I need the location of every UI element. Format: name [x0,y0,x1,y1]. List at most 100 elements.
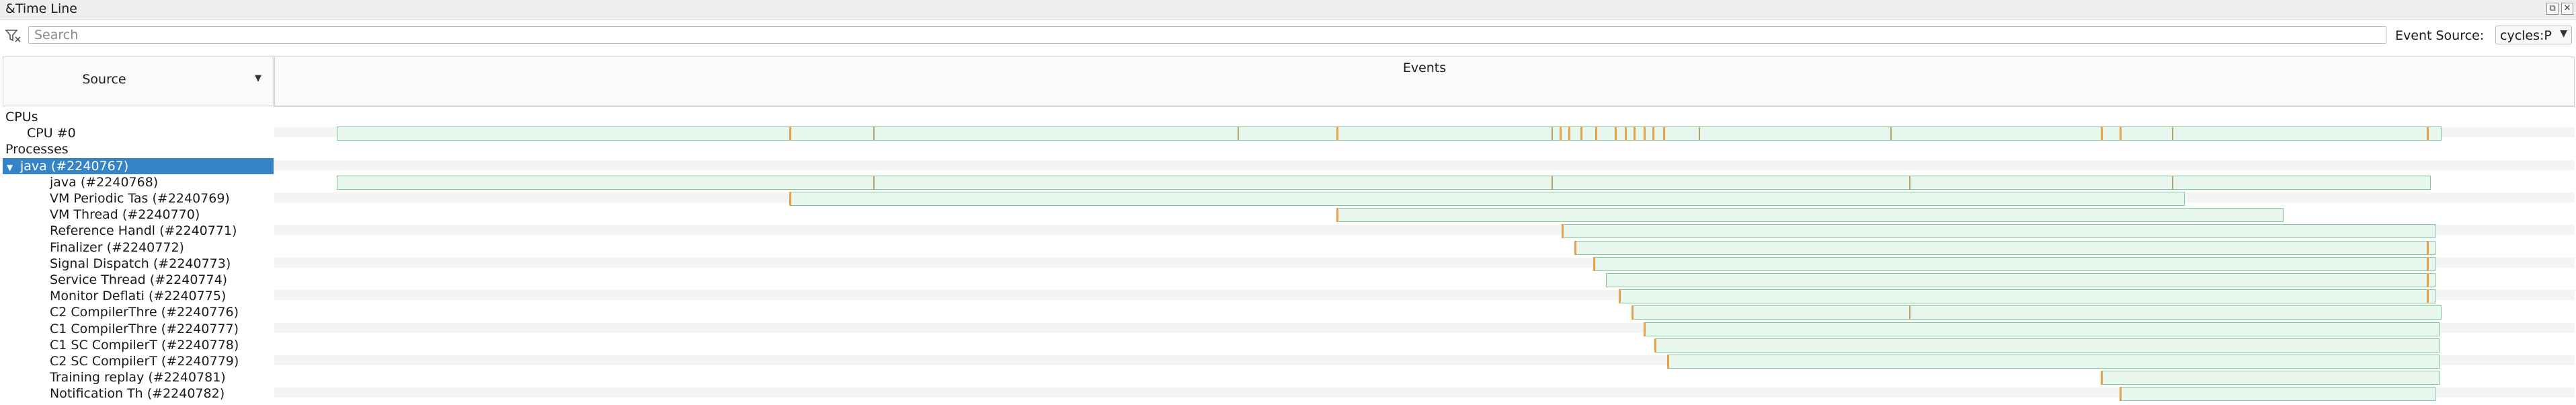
tree-item-thread[interactable]: Reference Handl (#2240771) [3,223,274,239]
event-marker[interactable] [2427,126,2429,141]
event-marker[interactable] [1662,126,1665,141]
timeline-track[interactable] [1644,322,2440,336]
timeline-track[interactable] [1562,224,2436,239]
tree-item-thread[interactable]: Finalizer (#2240772) [3,240,274,256]
event-marker[interactable] [2119,387,2122,402]
event-marker[interactable] [873,175,875,190]
tree-item-thread[interactable]: C2 CompilerThre (#2240776) [3,304,274,320]
event-marker[interactable] [1336,208,1339,223]
event-marker[interactable] [2427,273,2429,287]
source-column-label: Source [82,72,126,87]
source-column-header[interactable]: Source ▼ [3,57,274,106]
timeline-track[interactable] [1631,305,2442,320]
sort-indicator-icon: ▼ [255,73,261,83]
tree-item-label: C2 CompilerThre (#2240776) [50,305,239,320]
event-marker[interactable] [1238,126,1240,141]
timeline-track[interactable] [1574,240,2436,255]
expand-arrow-icon[interactable]: ▼ [3,159,20,174]
event-marker[interactable] [2100,371,2103,385]
event-marker[interactable] [1890,126,1892,141]
event-marker[interactable] [2172,175,2174,190]
timeline-track[interactable] [2119,387,2436,402]
timeline-track[interactable] [1666,355,2440,369]
event-marker[interactable] [1614,126,1617,141]
timeline-track[interactable] [1618,289,2436,304]
event-marker[interactable] [1574,240,1577,255]
tree-item-thread[interactable]: C2 SC CompilerT (#2240779) [3,353,274,369]
event-source-label: Event Source: [2395,28,2485,43]
tree-item-label: C1 CompilerThre (#2240777) [50,321,239,336]
timeline-track[interactable] [1605,273,2436,287]
tree-item-label: VM Periodic Tas (#2240769) [50,191,230,206]
timeline-track[interactable] [2100,371,2440,385]
tree-item-thread[interactable]: Training replay (#2240781) [3,369,274,385]
timeline-track[interactable] [789,192,2185,206]
event-marker[interactable] [1580,126,1583,141]
filter-icon[interactable] [5,29,22,42]
events-column-header[interactable]: Events [274,57,2575,106]
events-column-label: Events [1402,61,1447,75]
event-marker[interactable] [2172,126,2174,141]
tree-item-label: Reference Handl (#2240771) [50,223,237,239]
event-marker[interactable] [2119,126,2122,141]
timeline-track[interactable] [1336,208,2284,223]
tree-item-label: Monitor Deflati (#2240775) [50,289,227,304]
event-marker[interactable] [1625,126,1627,141]
tree-item-thread[interactable]: java (#2240768) [3,174,274,190]
timeline-track[interactable] [1593,256,2436,271]
tree-item-label: Finalizer (#2240772) [50,240,184,255]
tree-item-cpu[interactable]: CPU #0 [3,125,274,141]
tree-item-thread[interactable]: Signal Dispatch (#2240773) [3,256,274,272]
event-marker[interactable] [1698,126,1700,141]
event-marker[interactable] [1908,305,1910,320]
event-marker[interactable] [1633,126,1636,141]
event-marker[interactable] [1654,338,1656,353]
event-marker[interactable] [1618,289,1621,304]
close-icon[interactable]: ✕ [2561,3,2573,15]
event-marker[interactable] [1666,355,1669,369]
event-marker[interactable] [2427,289,2429,304]
event-marker[interactable] [1595,126,1598,141]
event-source-value: cycles:P [2500,28,2552,43]
event-marker[interactable] [1336,126,1339,141]
event-marker[interactable] [2427,256,2429,271]
tree-item-thread[interactable]: Monitor Deflati (#2240775) [3,288,274,304]
tree-item-group[interactable]: Processes [3,141,274,157]
event-marker[interactable] [1652,126,1654,141]
event-marker[interactable] [1560,126,1562,141]
tree-item-label: C2 SC CompilerT (#2240779) [50,354,239,369]
search-input[interactable] [28,26,2386,44]
timeline-track[interactable] [1654,338,2440,353]
event-marker[interactable] [1644,126,1646,141]
tree-item-thread[interactable]: Notification Th (#2240782) [3,385,274,402]
event-marker[interactable] [1644,322,1646,336]
timeline-track[interactable] [337,175,2431,190]
tree-item-process[interactable]: ▼ java (#2240767) [3,157,274,174]
event-marker[interactable] [2427,240,2429,255]
toolbar: Event Source: cycles:P ▼ [0,24,2576,47]
tree-item-group[interactable]: CPUs [3,109,274,125]
tree-item-thread[interactable]: C1 CompilerThre (#2240777) [3,321,274,337]
event-marker[interactable] [789,126,792,141]
timeline-track[interactable] [337,126,2442,141]
event-marker[interactable] [2100,126,2103,141]
float-icon[interactable]: ⧉ [2546,3,2559,15]
event-marker[interactable] [1551,175,1553,190]
event-marker[interactable] [1631,305,1634,320]
event-source-select[interactable]: cycles:P ▼ [2495,26,2572,44]
tree-item-thread[interactable]: VM Thread (#2240770) [3,207,274,223]
event-marker[interactable] [1568,126,1570,141]
tree-item-thread[interactable]: VM Periodic Tas (#2240769) [3,190,274,207]
event-marker[interactable] [789,192,792,206]
tree-item-thread[interactable]: C1 SC CompilerT (#2240778) [3,337,274,353]
tree-item-thread[interactable]: Service Thread (#2240774) [3,272,274,288]
event-marker[interactable] [1908,175,1910,190]
tree-item-label: Service Thread (#2240774) [50,272,228,287]
event-marker[interactable] [1593,256,1596,271]
tree-item-label: java (#2240768) [50,174,159,190]
event-marker[interactable] [873,126,875,141]
event-marker[interactable] [1551,126,1553,141]
window-title: &Time Line [5,1,77,16]
title-bar: &Time Line ⧉ ✕ [0,0,2576,20]
event-marker[interactable] [1562,224,1564,239]
